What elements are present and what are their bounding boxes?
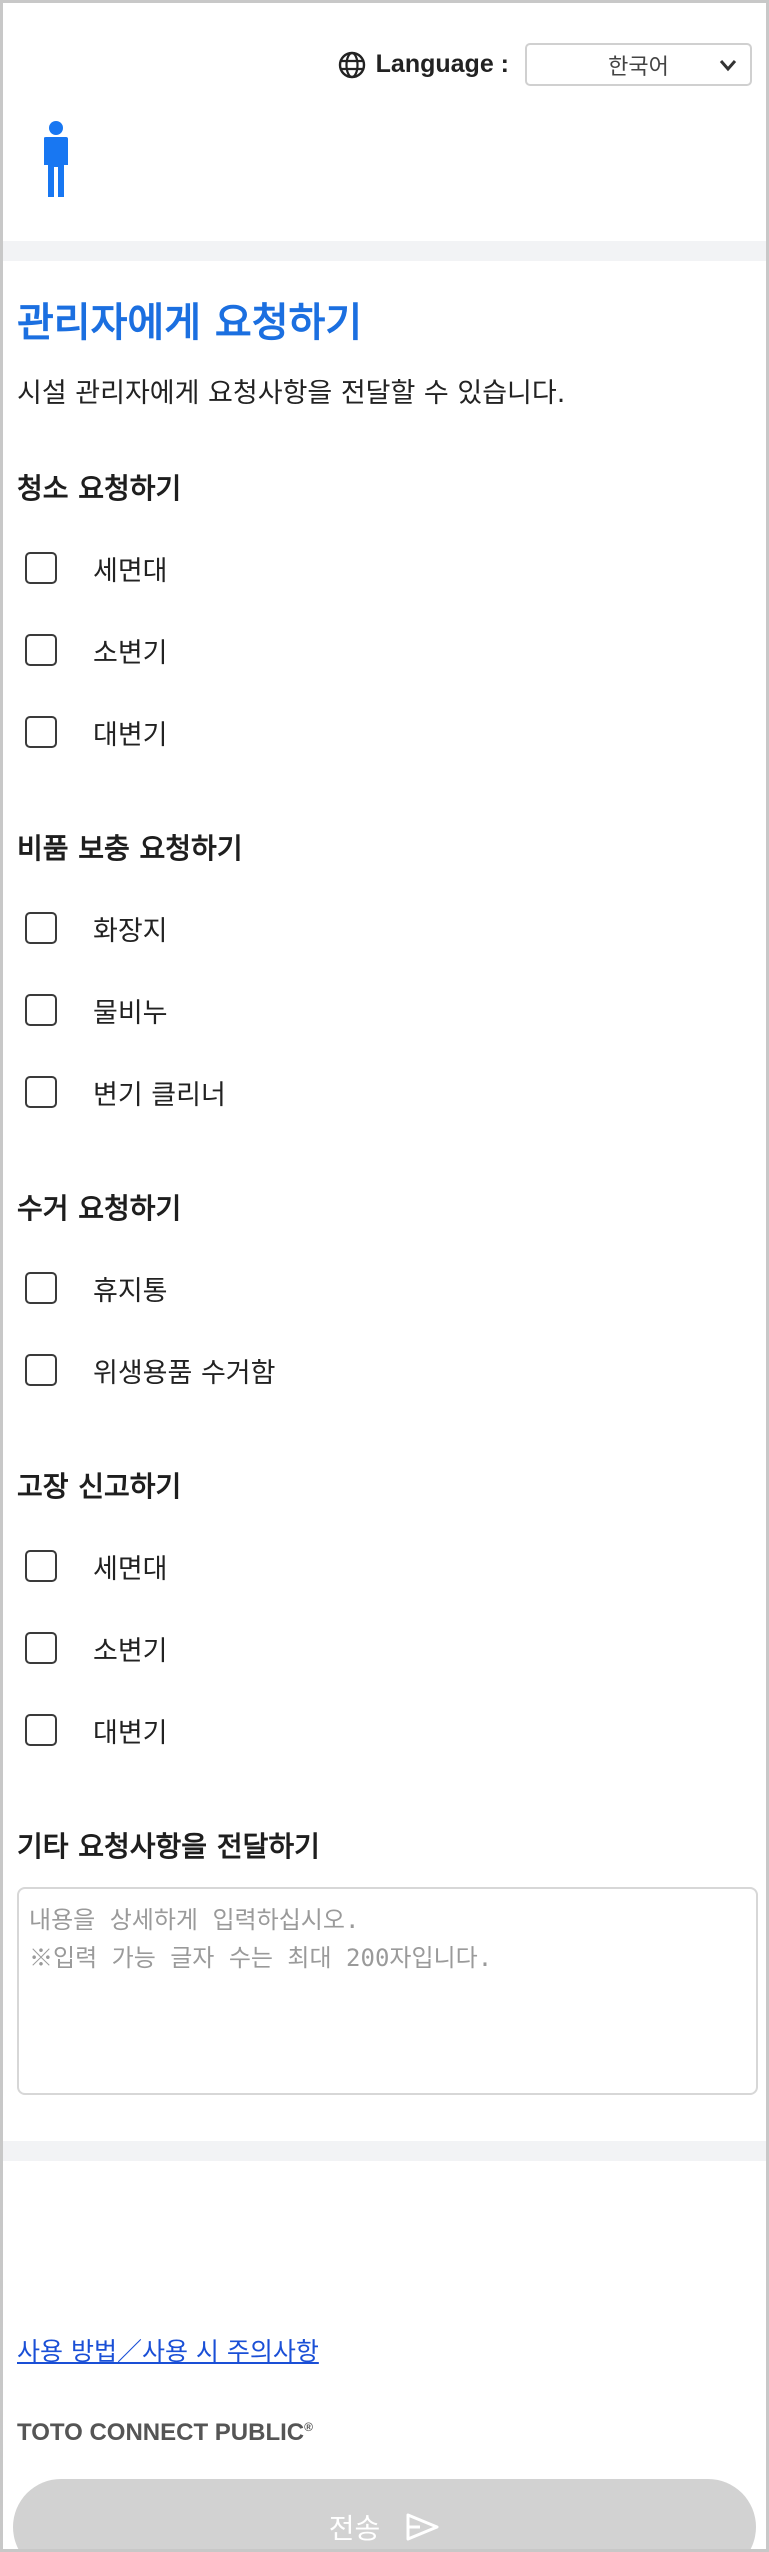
section-title: 수거 요청하기: [17, 1192, 182, 1225]
checkbox-list: 세면대 소변기 대변기: [17, 527, 752, 773]
section-cleaning: 청소 요청하기 세면대 소변기 대변기: [17, 469, 752, 773]
section-supplies: 비품 보충 요청하기 화장지 물비누 변기 클리너: [17, 829, 752, 1133]
chevron-down-icon: [719, 60, 737, 72]
checkbox[interactable]: [25, 552, 57, 584]
language-select[interactable]: 한국어: [525, 43, 752, 86]
checkbox[interactable]: [25, 912, 57, 944]
language-select-value: 한국어: [608, 54, 669, 80]
section-title: 기타 요청사항을 전달하기: [17, 1830, 320, 1863]
page-description: 시설 관리자에게 요청사항을 전달할 수 있습니다.: [17, 378, 566, 409]
checkbox-label: 화장지: [93, 915, 168, 947]
checkbox-label: 세면대: [93, 555, 168, 587]
checkbox[interactable]: [25, 1714, 57, 1746]
divider-band: [3, 241, 766, 261]
checkbox-list: 화장지 물비누 변기 클리너: [17, 887, 752, 1133]
checkbox[interactable]: [25, 1632, 57, 1664]
checkbox-label: 위생용품 수거함: [93, 1357, 276, 1389]
checkbox-item[interactable]: 소변기: [17, 1607, 752, 1689]
checkbox-item[interactable]: 휴지통: [17, 1247, 752, 1329]
checkbox[interactable]: [25, 1354, 57, 1386]
page-frame: Language : 한국어 관리자에게 요청하기 시설 관리자에게 요청사항을…: [0, 0, 769, 2552]
send-button[interactable]: 전송: [13, 2479, 756, 2549]
help-link[interactable]: 사용 방법／사용 시 주의사항: [17, 2332, 319, 2368]
checkbox-label: 세면대: [93, 1553, 168, 1585]
checkbox[interactable]: [25, 716, 57, 748]
checkbox-item[interactable]: 변기 클리너: [17, 1051, 752, 1133]
page-title: 관리자에게 요청하기: [17, 300, 363, 346]
language-label: Language :: [375, 50, 509, 78]
brand-name: TOTO CONNECT PUBLIC®: [17, 2419, 313, 2447]
checkbox-label: 대변기: [93, 1717, 168, 1749]
checkbox[interactable]: [25, 994, 57, 1026]
section-other: 기타 요청사항을 전달하기 내용을 상세하게 입력하십시오. ※입력 가능 글자…: [17, 1827, 758, 2095]
section-collection: 수거 요청하기 휴지통 위생용품 수거함: [17, 1189, 752, 1411]
checkbox-item[interactable]: 세면대: [17, 527, 752, 609]
checkbox-item[interactable]: 세면대: [17, 1525, 752, 1607]
registered-mark: ®: [304, 2420, 313, 2434]
brand-text: TOTO CONNECT PUBLIC: [17, 2419, 305, 2446]
checkbox-item[interactable]: 소변기: [17, 609, 752, 691]
checkbox-label: 물비누: [93, 997, 168, 1029]
send-icon: [406, 2513, 439, 2541]
checkbox-item[interactable]: 위생용품 수거함: [17, 1329, 752, 1411]
divider-band: [3, 2141, 766, 2161]
footer: 사용 방법／사용 시 주의사항 TOTO CONNECT PUBLIC® 전송: [3, 2161, 766, 2549]
checkbox-item[interactable]: 대변기: [17, 1689, 752, 1771]
request-form: 관리자에게 요청하기 시설 관리자에게 요청사항을 전달할 수 있습니다. 청소…: [3, 295, 766, 2095]
checkbox-label: 소변기: [93, 1635, 168, 1667]
section-malfunction: 고장 신고하기 세면대 소변기 대변기: [17, 1467, 752, 1771]
checkbox-item[interactable]: 화장지: [17, 887, 752, 969]
other-request-textarea[interactable]: 내용을 상세하게 입력하십시오. ※입력 가능 글자 수는 최대 200자입니다…: [17, 1887, 758, 2095]
checkbox[interactable]: [25, 1076, 57, 1108]
checkbox[interactable]: [25, 634, 57, 666]
section-title: 고장 신고하기: [17, 1470, 182, 1503]
checkbox-list: 세면대 소변기 대변기: [17, 1525, 752, 1771]
header: Language : 한국어: [3, 3, 766, 241]
checkbox-item[interactable]: 대변기: [17, 691, 752, 773]
section-title: 비품 보충 요청하기: [17, 832, 243, 865]
globe-icon: [338, 51, 365, 78]
checkbox-label: 변기 클리너: [93, 1079, 226, 1111]
language-selector-row: Language : 한국어: [337, 43, 752, 86]
person-icon: [44, 121, 68, 197]
checkbox[interactable]: [25, 1550, 57, 1582]
checkbox-label: 대변기: [93, 719, 168, 751]
checkbox-item[interactable]: 물비누: [17, 969, 752, 1051]
checkbox-label: 소변기: [93, 637, 168, 669]
checkbox-label: 휴지통: [93, 1275, 168, 1307]
checkbox[interactable]: [25, 1272, 57, 1304]
section-title: 청소 요청하기: [17, 472, 182, 505]
checkbox-list: 휴지통 위생용품 수거함: [17, 1247, 752, 1411]
send-button-label: 전송: [328, 2512, 381, 2545]
